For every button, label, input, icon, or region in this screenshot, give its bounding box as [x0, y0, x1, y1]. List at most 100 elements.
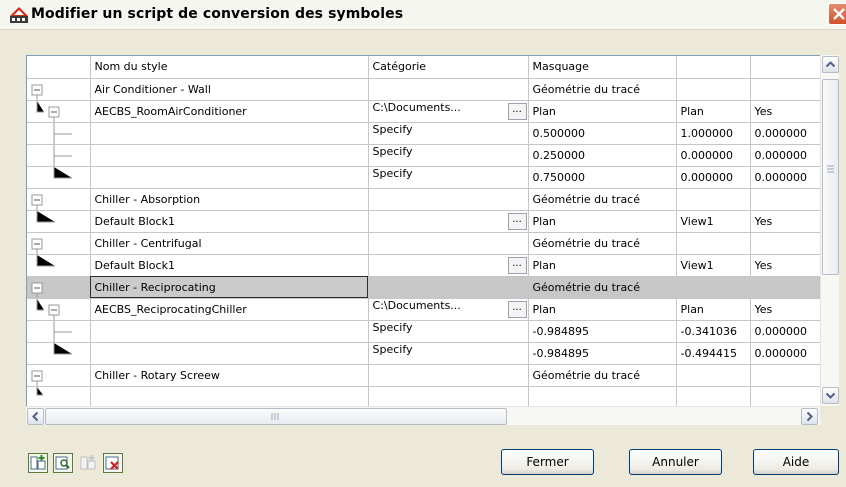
col4-cell[interactable]	[676, 78, 751, 101]
masking-cell[interactable]: Géométrie du tracé	[528, 188, 677, 211]
scroll-down-button[interactable]	[822, 387, 839, 404]
tree-cell[interactable]	[27, 166, 91, 189]
table-row[interactable]: Chiller - Rotary Screew Géométrie du trac…	[27, 364, 823, 387]
add-disabled-button[interactable]	[78, 453, 98, 473]
table-row[interactable]: Air Conditioner - Wall Géométrie du tracé	[27, 78, 823, 101]
masking-cell[interactable]	[528, 386, 677, 409]
tree-cell[interactable]	[27, 122, 91, 145]
tree-cell[interactable]	[27, 276, 91, 299]
delete-button[interactable]	[103, 453, 123, 473]
style-name-cell[interactable]: AECBS_RoomAirConditioner	[90, 100, 369, 123]
style-name-cell[interactable]: Chiller - Centrifugal	[90, 232, 369, 255]
horizontal-scroll-thumb[interactable]	[45, 408, 507, 425]
col4-cell[interactable]: Plan	[676, 298, 751, 321]
close-button[interactable]: Fermer	[501, 449, 594, 475]
scroll-left-button[interactable]	[27, 408, 44, 425]
style-name-cell[interactable]: AECBS_ReciprocatingChiller	[90, 298, 369, 321]
style-name-cell[interactable]: Chiller - Absorption	[90, 188, 369, 211]
masking-cell[interactable]: Géométrie du tracé	[528, 78, 677, 101]
masking-cell[interactable]: Géométrie du tracé	[528, 276, 677, 299]
col5-cell[interactable]	[750, 364, 823, 387]
masking-cell[interactable]: Géométrie du tracé	[528, 232, 677, 255]
table-row[interactable]: Chiller - Centrifugal Géométrie du tracé	[27, 232, 823, 255]
masking-cell[interactable]: -0.984895	[528, 320, 677, 343]
vertical-scroll-thumb[interactable]	[822, 79, 839, 275]
col4-cell[interactable]: -0.341036	[676, 320, 751, 343]
style-name-cell[interactable]	[90, 122, 369, 145]
masking-cell[interactable]: Plan	[528, 210, 677, 233]
col5-cell[interactable]: Yes	[750, 298, 823, 321]
col4-cell[interactable]: 0.000000	[676, 144, 751, 167]
category-cell[interactable]	[368, 364, 529, 387]
category-cell[interactable]: C:\Documents......	[368, 298, 529, 321]
style-name-cell[interactable]	[90, 144, 369, 167]
masking-cell[interactable]: Plan	[528, 100, 677, 123]
col4-cell[interactable]	[676, 386, 751, 409]
col4-cell[interactable]: 1.000000	[676, 122, 751, 145]
header-category[interactable]: Catégorie	[368, 56, 529, 79]
tree-cell[interactable]	[27, 144, 91, 167]
tree-cell[interactable]	[27, 342, 91, 365]
header-style-name[interactable]: Nom du style	[90, 56, 369, 79]
category-cell[interactable]	[368, 276, 529, 299]
col5-cell[interactable]: Yes	[750, 210, 823, 233]
header-col5[interactable]	[750, 56, 823, 79]
browse-ellipsis-button[interactable]: ...	[507, 300, 527, 318]
close-window-button[interactable]	[828, 3, 846, 25]
header-masking[interactable]: Masquage	[528, 56, 677, 79]
tree-cell[interactable]	[27, 232, 91, 255]
col5-cell[interactable]: Yes	[750, 100, 823, 123]
category-cell[interactable]: ...	[368, 210, 529, 233]
browse-ellipsis-button[interactable]: ...	[507, 102, 527, 120]
masking-cell[interactable]: 0.500000	[528, 122, 677, 145]
category-cell[interactable]: Specify	[368, 166, 529, 189]
cancel-button[interactable]: Annuler	[629, 449, 722, 475]
col5-cell[interactable]	[750, 232, 823, 255]
category-cell[interactable]: Specify	[368, 342, 529, 365]
col5-cell[interactable]	[750, 78, 823, 101]
category-cell[interactable]: ...	[368, 254, 529, 277]
col5-cell[interactable]	[750, 276, 823, 299]
table-row[interactable]: Specify 0.750000 0.000000 0.000000	[27, 166, 823, 189]
category-cell[interactable]	[368, 232, 529, 255]
col4-cell[interactable]	[676, 364, 751, 387]
table-row[interactable]: Specify -0.984895 -0.494415 0.000000	[27, 342, 823, 365]
col5-cell[interactable]: 0.000000	[750, 166, 823, 189]
tree-cell[interactable]	[27, 100, 91, 123]
category-cell[interactable]: Specify	[368, 320, 529, 343]
col5-cell[interactable]: 0.000000	[750, 320, 823, 343]
table-row[interactable]: Specify -0.984895 -0.341036 0.000000	[27, 320, 823, 343]
masking-cell[interactable]: -0.984895	[528, 342, 677, 365]
style-name-cell[interactable]: Chiller - Rotary Screew	[90, 364, 369, 387]
col5-cell[interactable]: 0.000000	[750, 342, 823, 365]
masking-cell[interactable]: Géométrie du tracé	[528, 364, 677, 387]
style-name-cell[interactable]: Default Block1	[90, 254, 369, 277]
scroll-up-button[interactable]	[822, 56, 839, 73]
table-row[interactable]: Default Block1... Plan View1 Yes	[27, 210, 823, 233]
category-cell[interactable]: Specify	[368, 122, 529, 145]
tree-cell[interactable]	[27, 298, 91, 321]
masking-cell[interactable]: Plan	[528, 298, 677, 321]
col5-cell[interactable]	[750, 188, 823, 211]
tree-cell[interactable]	[27, 188, 91, 211]
category-cell[interactable]	[368, 78, 529, 101]
table-row[interactable]	[27, 386, 823, 409]
tree-cell[interactable]	[27, 320, 91, 343]
col4-cell[interactable]: -0.494415	[676, 342, 751, 365]
scroll-right-button[interactable]	[801, 408, 818, 425]
table-row[interactable]: Specify 0.500000 1.000000 0.000000	[27, 122, 823, 145]
tree-cell[interactable]	[27, 364, 91, 387]
col5-cell[interactable]: 0.000000	[750, 122, 823, 145]
vertical-scrollbar[interactable]	[820, 55, 839, 406]
style-name-cell[interactable]: Chiller - Reciprocating	[90, 276, 369, 299]
table-row[interactable]: Specify 0.250000 0.000000 0.000000	[27, 144, 823, 167]
tree-cell[interactable]	[27, 78, 91, 101]
conversion-grid[interactable]: Nom du style Catégorie Masquage Air Cond…	[26, 55, 839, 425]
style-name-cell[interactable]: Air Conditioner - Wall	[90, 78, 369, 101]
header-col4[interactable]	[676, 56, 751, 79]
tree-cell[interactable]	[27, 210, 91, 233]
col4-cell[interactable]	[676, 276, 751, 299]
table-row[interactable]: Chiller - Reciprocating Géométrie du trac…	[27, 276, 823, 299]
masking-cell[interactable]: 0.250000	[528, 144, 677, 167]
table-row[interactable]: Chiller - Absorption Géométrie du tracé	[27, 188, 823, 211]
